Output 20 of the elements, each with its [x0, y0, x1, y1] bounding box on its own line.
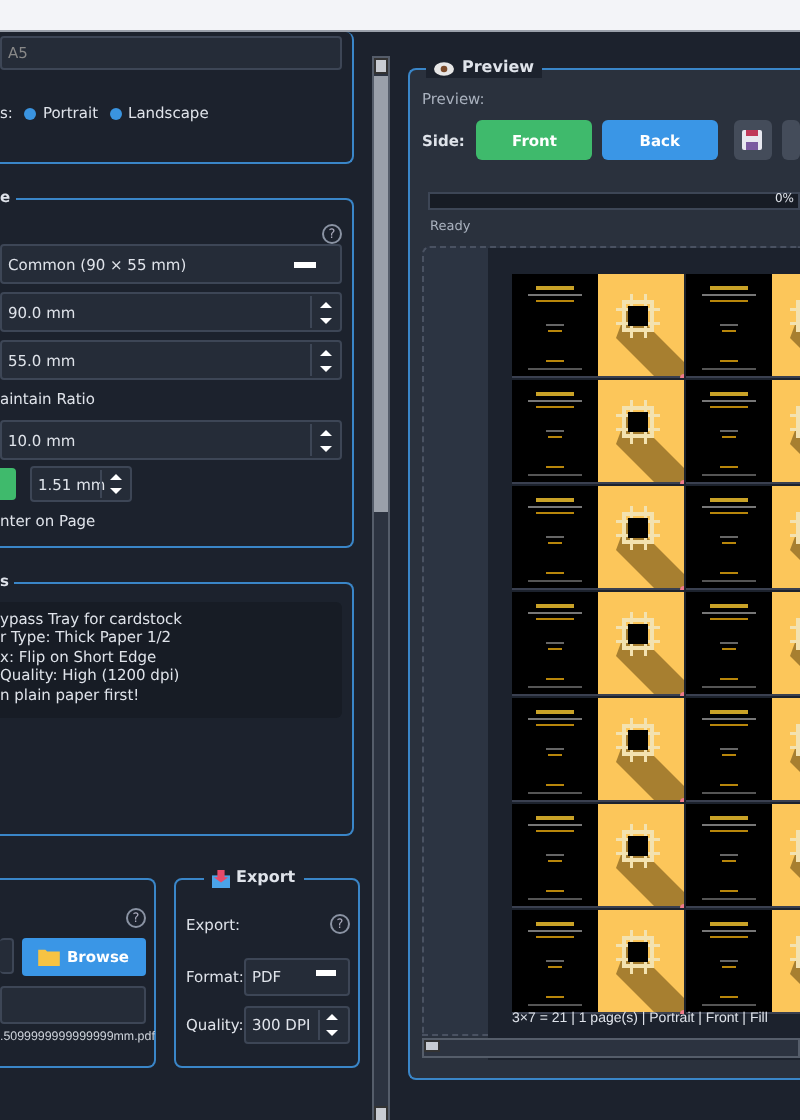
group-title: Preview	[462, 58, 535, 78]
scroll-down-button[interactable]	[374, 1106, 388, 1120]
dropdown-icon	[294, 262, 316, 268]
folder-icon	[38, 948, 61, 966]
save-button[interactable]	[733, 120, 772, 160]
scrollbar-thumb[interactable]	[374, 76, 388, 512]
export-icon	[212, 869, 230, 887]
vertical-scrollbar[interactable]	[372, 56, 390, 1120]
output-path-field[interactable]	[0, 986, 146, 1024]
dropdown-icon	[315, 970, 336, 976]
color-swatch[interactable]	[0, 468, 16, 500]
save-icon	[742, 130, 763, 150]
radio-button[interactable]	[110, 107, 123, 119]
input-field[interactable]	[0, 938, 14, 974]
scroll-up-button[interactable]	[374, 58, 388, 74]
eye-icon	[434, 61, 454, 75]
group-title: Export	[236, 868, 296, 888]
horizontal-scrollbar[interactable]	[422, 1038, 800, 1058]
scroll-left-button[interactable]	[424, 1040, 440, 1052]
radio-button[interactable]	[24, 107, 37, 119]
